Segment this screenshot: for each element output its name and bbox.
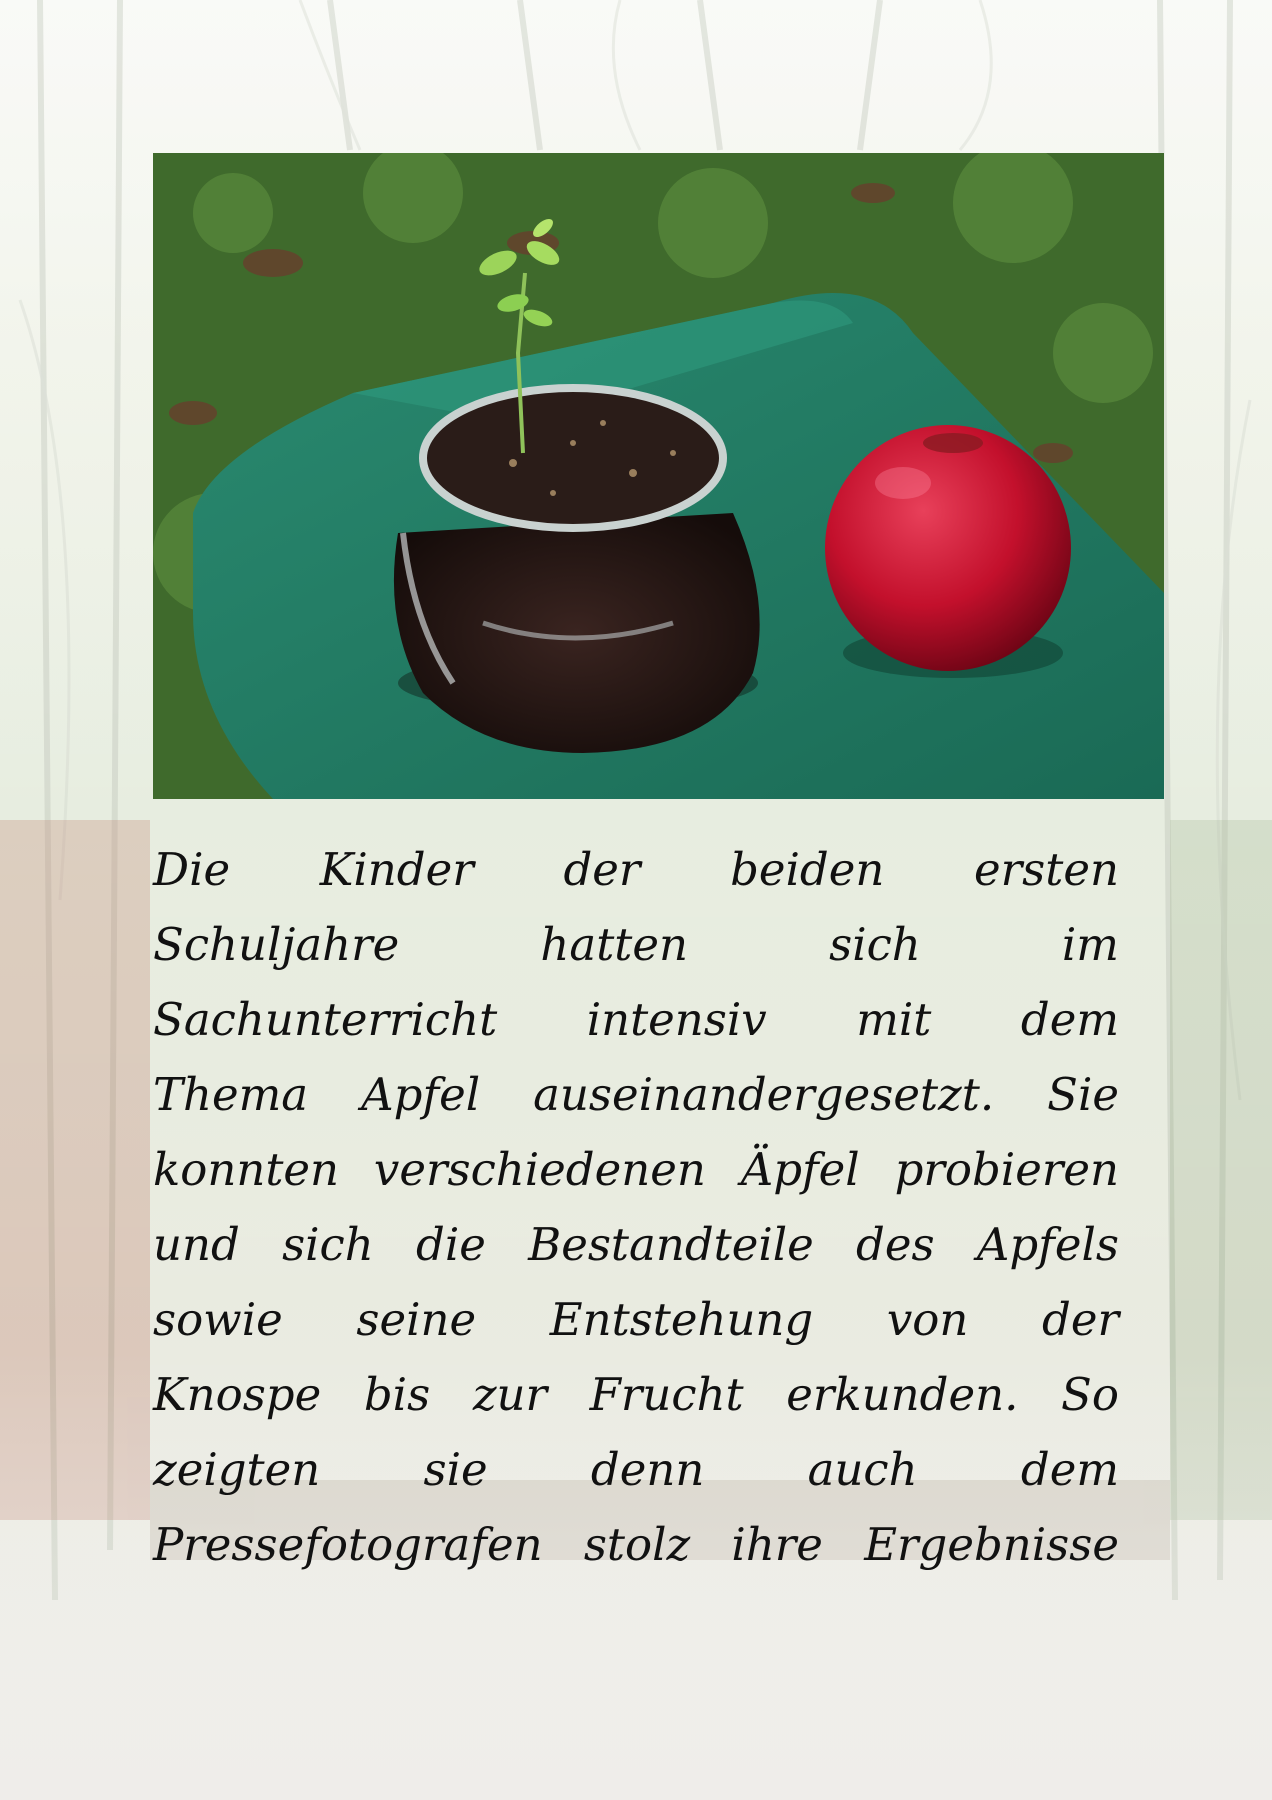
word: im <box>1061 918 1119 971</box>
word: dem <box>1020 1443 1119 1496</box>
word: ersten <box>974 843 1119 896</box>
word: sie <box>423 1443 488 1496</box>
word: konnten <box>153 1143 340 1196</box>
word: intensiv <box>586 993 767 1046</box>
word: und <box>153 1218 240 1271</box>
word: sowie <box>153 1293 283 1346</box>
word: von <box>886 1293 969 1346</box>
paragraph-line: Sachunterricht intensiv mit dem <box>153 982 1119 1057</box>
paragraph-line: und sich die Bestandteile des Apfels <box>153 1207 1119 1282</box>
paragraph-line: Knospe bis zur Frucht erkunden. So <box>153 1357 1119 1432</box>
word: Apfels <box>976 1218 1119 1271</box>
word: zeigten <box>153 1443 321 1496</box>
word: beiden <box>730 843 885 896</box>
word: hatten <box>540 918 688 971</box>
paragraph-line: konnten verschiedenen Äpfel probieren <box>153 1132 1119 1207</box>
word: Ergebnisse <box>864 1518 1119 1571</box>
word: der <box>563 843 641 896</box>
word: Entstehung <box>549 1293 814 1346</box>
word: die <box>416 1218 486 1271</box>
word: Apfel <box>361 1068 481 1121</box>
word: dem <box>1020 993 1119 1046</box>
apple-seedling-photo <box>153 153 1164 799</box>
word: mit <box>856 993 932 1046</box>
word: Knospe <box>153 1368 322 1421</box>
word: sich <box>829 918 921 971</box>
word: Thema <box>153 1068 309 1121</box>
word: Kinder <box>319 843 474 896</box>
word: erkunden. <box>786 1368 1019 1421</box>
word: verschiedenen <box>373 1143 706 1196</box>
paragraph-line: Schuljahre hatten sich im <box>153 907 1119 982</box>
word: Pressefotografen <box>153 1518 543 1571</box>
word: auch <box>807 1443 918 1496</box>
paragraph-line: Die Kinder der beiden ersten <box>153 832 1119 907</box>
word: Äpfel <box>740 1143 860 1196</box>
word: zur <box>472 1368 548 1421</box>
word: Sie <box>1047 1068 1119 1121</box>
word: auseinandergesetzt. <box>533 1068 995 1121</box>
word: Schuljahre <box>153 918 400 971</box>
word: sich <box>282 1218 374 1271</box>
paragraph-line: Thema Apfel auseinandergesetzt. Sie <box>153 1057 1119 1132</box>
word: Sachunterricht <box>153 993 498 1046</box>
word: ihre <box>731 1518 823 1571</box>
paragraph-line: zeigten sie denn auch dem <box>153 1432 1119 1507</box>
article-paragraph: Die Kinder der beiden ersten Schuljahre … <box>153 832 1119 1582</box>
word: Frucht <box>589 1368 744 1421</box>
word: Die <box>153 843 231 896</box>
word: stolz <box>583 1518 691 1571</box>
word: So <box>1061 1368 1119 1421</box>
word: seine <box>356 1293 477 1346</box>
seedling-and-apple-image <box>153 153 1164 799</box>
word: der <box>1042 1293 1119 1346</box>
word: Bestandteile <box>528 1218 814 1271</box>
word: bis <box>363 1368 431 1421</box>
paragraph-line: Pressefotografen stolz ihre Ergebnisse <box>153 1507 1119 1582</box>
word: des <box>856 1218 935 1271</box>
word: probieren <box>894 1143 1119 1196</box>
word: denn <box>590 1443 705 1496</box>
paragraph-line: sowie seine Entstehung von der <box>153 1282 1119 1357</box>
